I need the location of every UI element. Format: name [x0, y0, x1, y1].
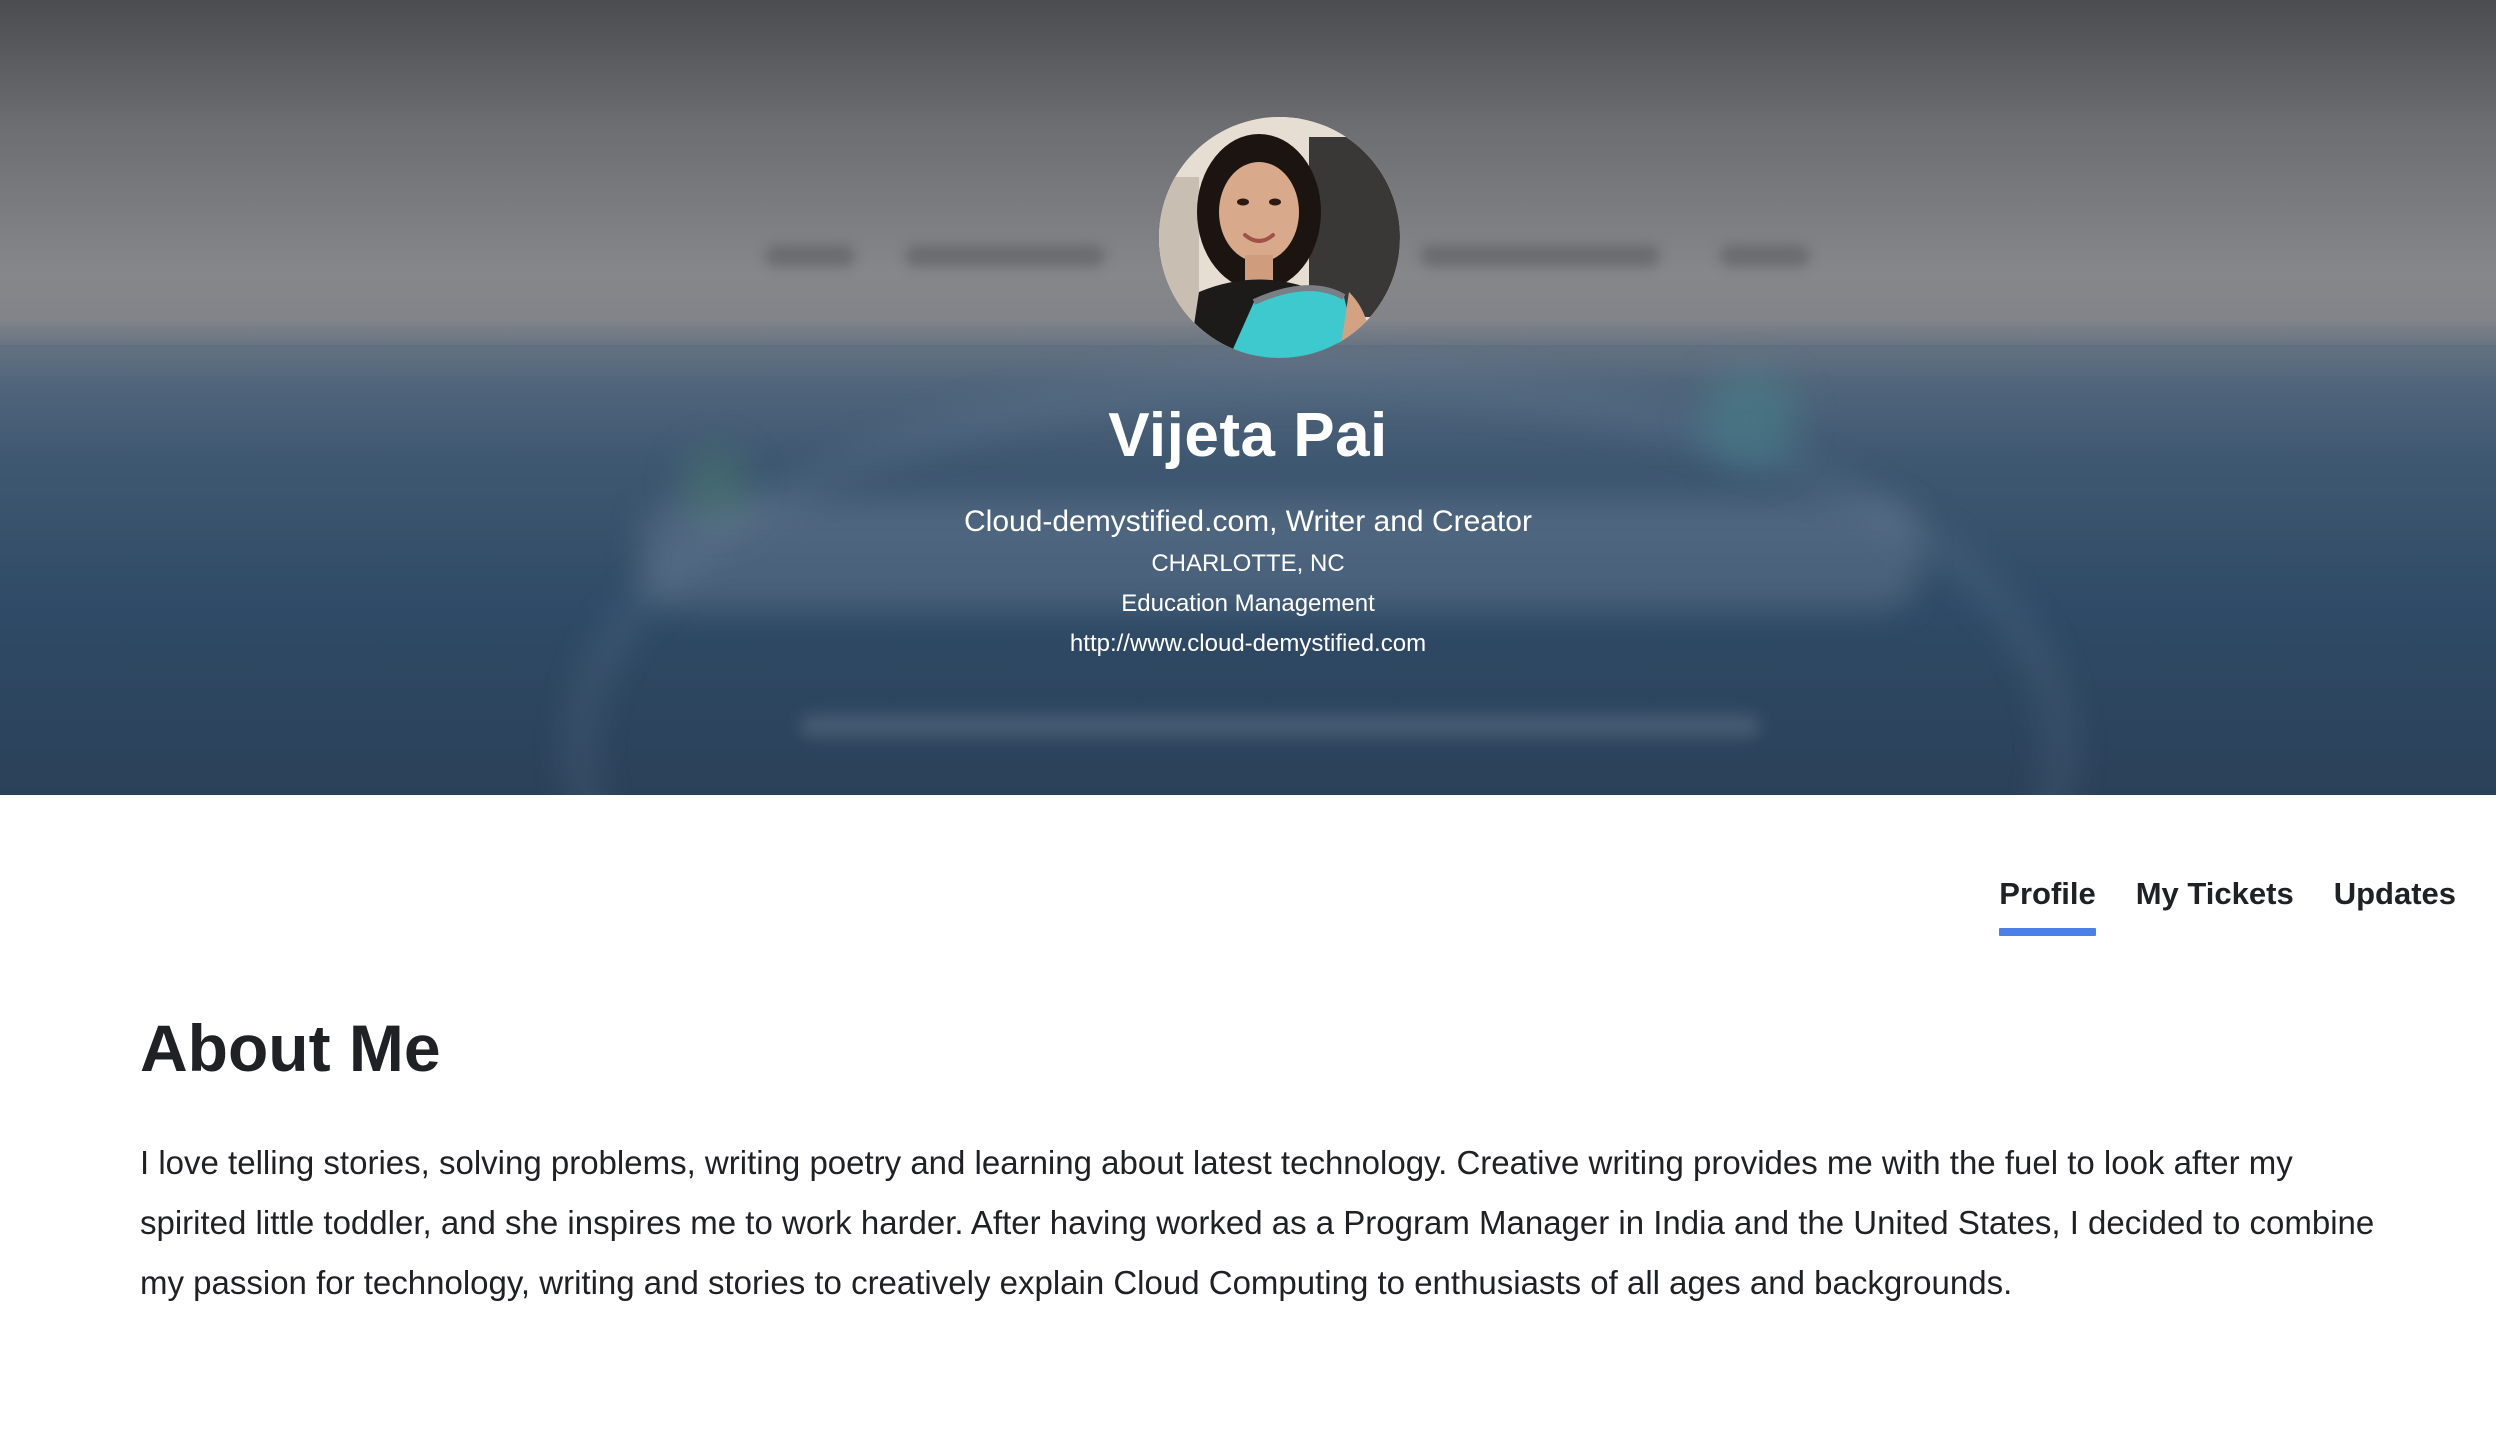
- profile-tabs: Profile My Tickets Updates: [1999, 876, 2456, 936]
- about-body: I love telling stories, solving problems…: [140, 1144, 2375, 1301]
- tab-updates[interactable]: Updates: [2334, 876, 2456, 936]
- profile-cover: Vijeta Pai Cloud-demystified.com, Writer…: [0, 0, 2496, 795]
- tab-profile[interactable]: Profile: [1999, 876, 2097, 936]
- profile-location: CHARLOTTE, NC: [1151, 550, 1345, 577]
- profile-industry: Education Management: [1121, 590, 1375, 617]
- profile-name: Vijeta Pai: [1108, 401, 1388, 470]
- profile-website-link[interactable]: http://www.cloud-demystified.com: [0, 630, 2496, 658]
- tab-my-tickets[interactable]: My Tickets: [2136, 876, 2294, 936]
- cover-blur-decoration: [1720, 245, 1810, 267]
- about-heading: About Me: [140, 1011, 441, 1085]
- cover-blur-decoration: [800, 715, 1760, 737]
- cover-blur-decoration: [765, 245, 855, 267]
- cover-blur-decoration: [1420, 245, 1660, 267]
- avatar: [1159, 117, 1400, 358]
- cover-blur-decoration: [905, 245, 1105, 267]
- profile-title: Cloud-demystified.com, Writer and Creato…: [964, 505, 1532, 538]
- avatar-portrait: [1159, 117, 1400, 358]
